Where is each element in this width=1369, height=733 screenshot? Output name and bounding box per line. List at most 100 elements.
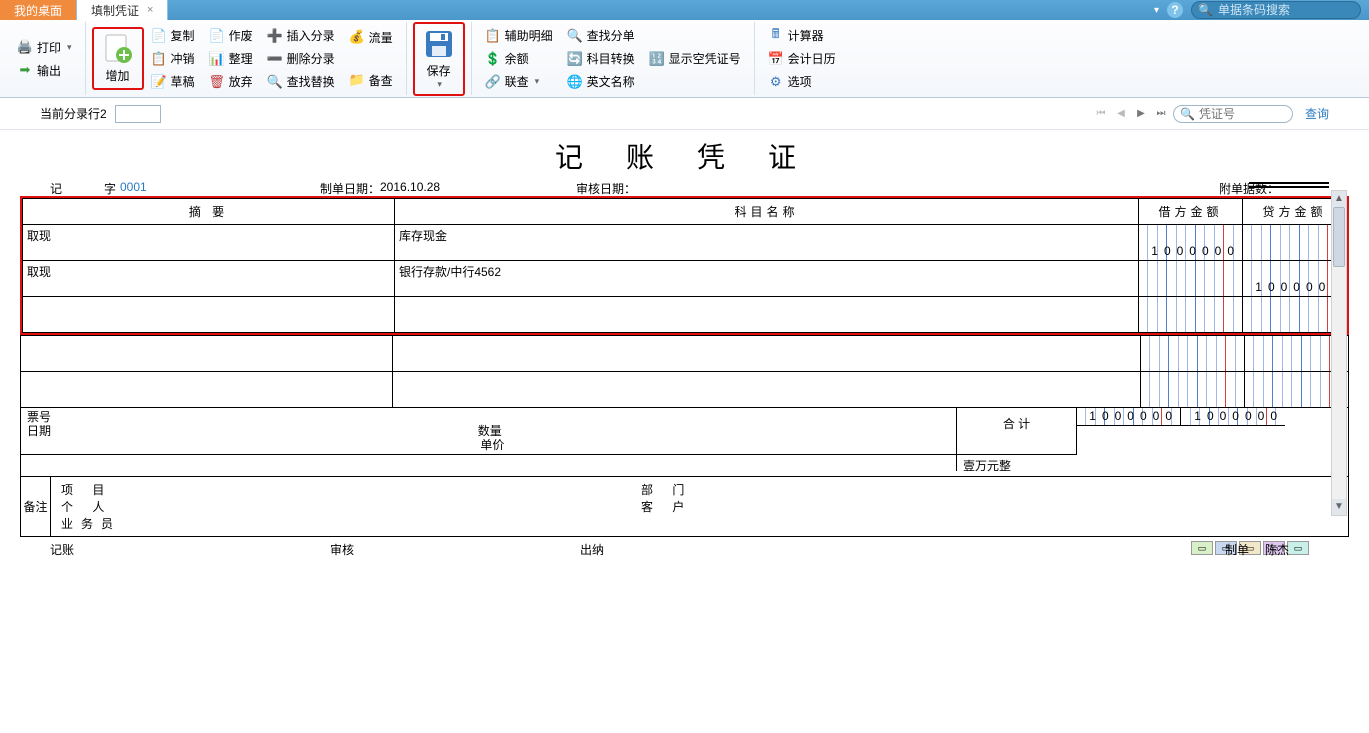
arrange-button[interactable]: 📊 整理 <box>206 48 256 69</box>
nav-first-button[interactable]: ⏮ <box>1093 106 1109 122</box>
link-query-button[interactable]: 🔗 联查 ▾ <box>482 71 556 92</box>
find-replace-button[interactable]: 🔍 查找替换 <box>264 71 338 92</box>
link-query-label: 联查 <box>505 73 529 90</box>
make-date[interactable]: 2016.10.28 <box>380 180 440 194</box>
flow-button[interactable]: 💰 流量 <box>346 27 396 48</box>
scroll-up-icon[interactable]: ▲ <box>1332 191 1346 207</box>
scrollbar-thumb[interactable] <box>1333 207 1345 267</box>
calendar-button[interactable]: 📅 会计日历 <box>765 48 839 69</box>
copy-icon: 📄 <box>151 28 167 44</box>
print-button[interactable]: 🖨️ 打印 ▾ <box>14 37 75 58</box>
draft-label: 草稿 <box>171 73 195 90</box>
balance-icon: 💲 <box>485 51 501 67</box>
insert-entry-button[interactable]: ➕ 插入分录 <box>264 25 338 46</box>
remark-project: 项 目 <box>61 481 121 498</box>
scroll-down-icon[interactable]: ▼ <box>1332 499 1346 515</box>
voucher-footer: 票号 日期 数量 单价 合 计 1000000 1000000 <box>20 408 1349 477</box>
cell-account[interactable] <box>393 372 1141 408</box>
voucher-search-input[interactable] <box>1199 107 1285 121</box>
add-label: 增加 <box>106 67 130 84</box>
chevron-down-icon: ▾ <box>535 76 540 87</box>
audit-date-label: 审核日期： <box>576 180 636 197</box>
table-row[interactable] <box>21 336 1349 372</box>
calculator-button[interactable]: 🖩 计算器 <box>765 25 839 46</box>
find-replace-icon: 🔍 <box>267 74 283 90</box>
english-name-button[interactable]: 🌐 英文名称 <box>564 71 638 92</box>
cell-summary[interactable]: 取现 <box>23 261 395 297</box>
tab-label: 填制凭证 <box>91 2 139 19</box>
header-account: 科目名称 <box>395 199 1139 225</box>
help-icon[interactable]: ? <box>1167 2 1183 18</box>
arrange-label: 整理 <box>229 50 253 67</box>
cell-debit[interactable] <box>1139 297 1243 333</box>
save-button[interactable]: 保存 ▾ <box>413 22 465 96</box>
cell-summary[interactable] <box>21 372 393 408</box>
calendar-icon: 📅 <box>768 51 784 67</box>
invalid-icon: 📄 <box>209 28 225 44</box>
current-entry-input[interactable] <box>115 105 161 123</box>
query-link[interactable]: 查询 <box>1305 105 1329 122</box>
nav-next-button[interactable]: ▶ <box>1133 106 1149 122</box>
cell-account[interactable]: 银行存款/中行4562 <box>395 261 1139 297</box>
options-button[interactable]: ⚙ 选项 <box>765 71 839 92</box>
table-row[interactable]: 取现库存现金1000000 <box>23 225 1347 261</box>
insert-row-icon: ➕ <box>267 28 283 44</box>
cell-debit[interactable] <box>1139 261 1243 297</box>
header-debit: 借方金额 <box>1139 199 1243 225</box>
cell-account[interactable] <box>393 336 1141 372</box>
aux-detail-label: 辅助明细 <box>505 27 553 44</box>
abandon-button[interactable]: 🗑 放弃 <box>206 71 256 92</box>
invalid-button[interactable]: 📄 作废 <box>206 25 256 46</box>
copy-button[interactable]: 📄 复制 <box>148 25 198 46</box>
cell-summary[interactable] <box>23 297 395 333</box>
balance-button[interactable]: 💲 余额 <box>482 48 556 69</box>
options-icon: ⚙ <box>768 74 784 90</box>
export-button[interactable]: ➡ 输出 <box>14 60 75 81</box>
chevron-down-icon: ▾ <box>437 79 442 90</box>
add-icon <box>102 33 134 65</box>
backup-button[interactable]: 📁 备查 <box>346 70 396 91</box>
voucher-no[interactable]: 0001 <box>120 180 147 194</box>
cell-debit[interactable] <box>1141 336 1245 372</box>
table-row[interactable] <box>21 372 1349 408</box>
reverse-button[interactable]: 📋 冲销 <box>148 48 198 69</box>
tab-voucher[interactable]: 填制凭证 × <box>77 0 168 20</box>
make-date-label: 制单日期： <box>320 180 380 197</box>
barcode-search[interactable]: 🔍 <box>1191 1 1361 19</box>
cell-debit[interactable]: 1000000 <box>1139 225 1243 261</box>
qty-label: 数量 <box>478 424 502 438</box>
add-button[interactable]: 增加 <box>92 27 144 90</box>
find-voucher-button[interactable]: 🔍 查找分单 <box>564 25 638 46</box>
account-convert-button[interactable]: 🔄 科目转换 <box>564 48 638 69</box>
aux-detail-button[interactable]: 📋 辅助明细 <box>482 25 556 46</box>
show-empty-button[interactable]: 🔢 显示空凭证号 <box>646 48 744 69</box>
nav-last-button[interactable]: ⏭ <box>1153 106 1169 122</box>
cell-summary[interactable] <box>21 336 393 372</box>
vertical-scrollbar[interactable]: ▲ ▼ <box>1331 190 1347 516</box>
current-entry-label: 当前分录行2 <box>40 105 107 122</box>
sig-maker-name: 陈杰 <box>1265 541 1289 557</box>
remark-customer: 客 户 <box>641 498 701 515</box>
remark-label: 备注 <box>21 477 51 536</box>
total-label: 合 计 <box>957 408 1077 455</box>
voucher-search[interactable]: 🔍 <box>1173 105 1293 123</box>
voucher-table-extra <box>20 335 1349 408</box>
draft-button[interactable]: 📝 草稿 <box>148 71 198 92</box>
link-icon: 🔗 <box>485 74 501 90</box>
table-row[interactable] <box>23 297 1347 333</box>
calculator-icon: 🖩 <box>768 28 784 44</box>
nav-prev-button[interactable]: ◀ <box>1113 106 1129 122</box>
cell-account[interactable]: 库存现金 <box>395 225 1139 261</box>
delete-entry-button[interactable]: ➖ 删除分录 <box>264 48 338 69</box>
reverse-icon: 📋 <box>151 51 167 67</box>
cell-account[interactable] <box>395 297 1139 333</box>
titlebar-right: ▾ ? 🔍 <box>1154 1 1361 19</box>
cell-debit[interactable] <box>1141 372 1245 408</box>
close-icon[interactable]: × <box>147 4 153 16</box>
chevron-down-icon[interactable]: ▾ <box>1154 5 1159 16</box>
cell-summary[interactable]: 取现 <box>23 225 395 261</box>
tab-desktop[interactable]: 我的桌面 <box>0 0 77 20</box>
remark-person: 个 人 <box>61 498 121 515</box>
table-row[interactable]: 取现银行存款/中行45621000000 <box>23 261 1347 297</box>
barcode-search-input[interactable] <box>1218 3 1348 17</box>
